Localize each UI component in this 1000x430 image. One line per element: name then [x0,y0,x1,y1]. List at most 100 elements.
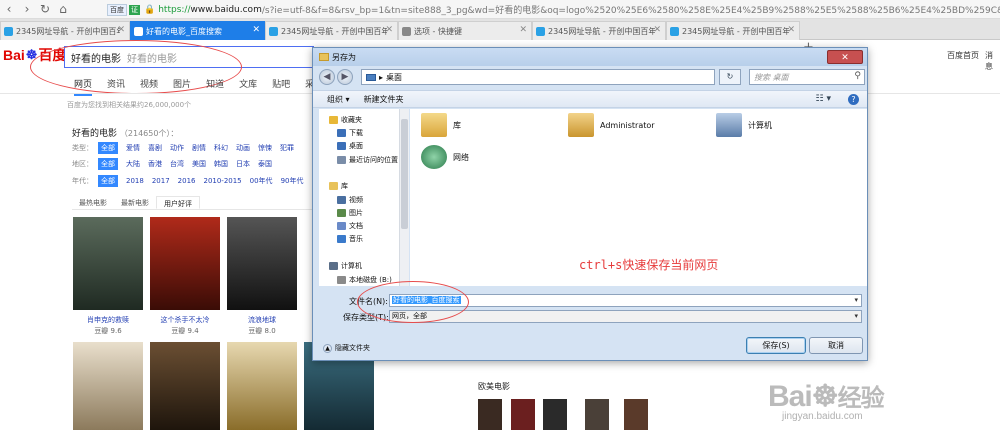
organize-menu[interactable]: 组织 ▾ [327,94,350,105]
browser-tab-active[interactable]: 好看的电影_百度搜索 ✕ [130,21,265,40]
movie-name-link[interactable]: 这个杀手不太冷 [149,315,221,325]
filter-item[interactable]: 00年代 [250,176,273,186]
movie-card-title[interactable]: 好看的电影 （214650个）： [72,126,178,139]
filter-item[interactable]: 爱情 [126,143,140,153]
movie-thumb[interactable] [543,399,567,430]
nav-label: 桌面 [349,142,363,150]
filter-item[interactable]: 惊悚 [258,143,272,153]
tab-close-icon[interactable]: ✕ [519,25,527,35]
nav-recent[interactable]: 最近访问的位置 [337,155,398,165]
movie-thumb[interactable] [478,399,502,430]
home-icon[interactable]: ⌂ [54,0,72,19]
browser-tab[interactable]: 2345网址导航 - 开创中国百年品 ✕ [265,21,398,40]
file-item-computer[interactable]: 计算机 [716,113,772,137]
filter-item[interactable]: 日本 [236,159,250,169]
messages-link[interactable]: 消息 [985,50,1000,72]
nav-downloads[interactable]: 下载 [337,128,363,138]
path-segment[interactable]: 桌面 [386,72,402,83]
path-breadcrumb[interactable]: ▸ 桌面 [361,69,715,85]
computer-icon [716,113,742,137]
file-item-network[interactable]: 网络 [421,145,469,169]
filter-item[interactable]: 喜剧 [148,143,162,153]
filter-item[interactable]: 犯罪 [280,143,294,153]
filter-item[interactable]: 动画 [236,143,250,153]
movie-name-link[interactable]: 流浪地球 [226,315,298,325]
subtab-hot[interactable]: 最热电影 [72,196,114,209]
filter-item[interactable]: 全部 [98,142,118,154]
movie-poster[interactable] [73,342,143,430]
reload-icon[interactable]: ↻ [36,0,54,19]
tab-close-icon[interactable]: ✕ [117,25,125,35]
filter-item[interactable]: 2016 [178,177,196,185]
refresh-icon[interactable]: ↻ [719,69,741,85]
subtab-rated[interactable]: 用户好评 [156,196,200,209]
browser-tab[interactable]: 选项 - 快捷键 ✕ [398,21,532,40]
filter-item[interactable]: 动作 [170,143,184,153]
dialog-titlebar[interactable]: 另存为 ✕ [313,48,867,66]
address-bar: ‹ › ↻ ⌂ 百度 证 🔒 https:// www.baidu.com /s… [0,0,1000,19]
filter-item[interactable]: 2010-2015 [203,177,241,185]
close-button[interactable]: ✕ [827,50,863,64]
movie-thumb[interactable] [585,399,609,430]
movie-thumb[interactable] [511,399,535,430]
movie-poster[interactable] [150,342,220,430]
subtab-new[interactable]: 最新电影 [114,196,156,209]
filter-label: 类型： [72,144,93,152]
tab-close-icon[interactable]: ✕ [252,25,260,35]
new-folder-button[interactable]: 新建文件夹 [364,94,404,105]
nav-pictures[interactable]: 图片 [337,208,363,218]
filter-item[interactable]: 泰国 [258,159,272,169]
nav-computer[interactable]: 计算机 [329,261,362,271]
movie-thumb[interactable] [624,399,648,430]
movie-poster[interactable] [227,217,297,310]
nav-libraries[interactable]: 库 [329,181,348,191]
nav-favorites[interactable]: 收藏夹 [329,115,362,125]
dialog-search-input[interactable]: 搜索 桌面 ⚲ [749,69,865,85]
file-item-libraries[interactable]: 库 [421,113,461,137]
filter-item[interactable]: 2018 [126,177,144,185]
forward-icon[interactable]: › [18,0,36,19]
browser-tab[interactable]: 2345网址导航 - 开创中国百年品 ✕ [666,21,800,40]
browser-tab[interactable]: 2345网址导航 - 开创中国百年品 ✕ [0,21,130,40]
dropdown-arrow-icon[interactable]: ▾ [854,295,858,306]
nav-videos[interactable]: 视频 [337,195,363,205]
filter-item[interactable]: 全部 [98,158,118,170]
view-options-icon[interactable]: ☷ ▾ [816,94,831,104]
filter-item[interactable]: 剧情 [192,143,206,153]
nav-desktop[interactable]: 桌面 [337,141,363,151]
filter-row-year: 年代： 全部 2018 2017 2016 2010-2015 00年代 90年… [72,175,311,187]
movie-poster[interactable] [150,217,220,310]
back-arrow-icon[interactable]: ◀ [319,69,335,85]
filter-item[interactable]: 美国 [192,159,206,169]
scrollbar-thumb[interactable] [401,119,408,229]
filter-item[interactable]: 全部 [98,175,118,187]
filter-item[interactable]: 香港 [148,159,162,169]
movie-poster[interactable] [227,342,297,430]
nav-documents[interactable]: 文档 [337,221,363,231]
nav-music[interactable]: 音乐 [337,234,363,244]
navigation-scrollbar[interactable] [399,109,409,286]
filter-item[interactable]: 科幻 [214,143,228,153]
baidu-home-link[interactable]: 百度首页 [947,50,979,61]
back-icon[interactable]: ‹ [0,0,18,19]
filter-item[interactable]: 2017 [152,177,170,185]
filter-item[interactable]: 大陆 [126,159,140,169]
help-icon[interactable]: ? [848,94,859,105]
movie-name-link[interactable]: 肖申克的救赎 [72,315,144,325]
save-button[interactable]: 保存(S) [746,337,806,354]
filter-item[interactable]: 韩国 [214,159,228,169]
tab-close-icon[interactable]: ✕ [385,25,393,35]
filter-item[interactable]: 90年代 [281,176,304,186]
filter-item[interactable]: 台湾 [170,159,184,169]
browser-tab[interactable]: 2345网址导航 - 开创中国百年品 ✕ [532,21,666,40]
tab-close-icon[interactable]: ✕ [787,25,795,35]
forward-arrow-icon[interactable]: ▶ [337,69,353,85]
dropdown-arrow-icon[interactable]: ▾ [854,311,858,322]
movie-poster[interactable] [73,217,143,310]
tab-close-icon[interactable]: ✕ [653,25,661,35]
hide-folders-toggle[interactable]: ▲ 隐藏文件夹 [323,343,370,353]
movie-score: 豆瓣 8.0 [248,327,276,335]
cancel-button[interactable]: 取消 [809,337,863,354]
file-item-user[interactable]: Administrator [568,113,655,137]
url-field[interactable]: 百度 证 🔒 https:// www.baidu.com /s?ie=utf-… [107,1,1000,18]
